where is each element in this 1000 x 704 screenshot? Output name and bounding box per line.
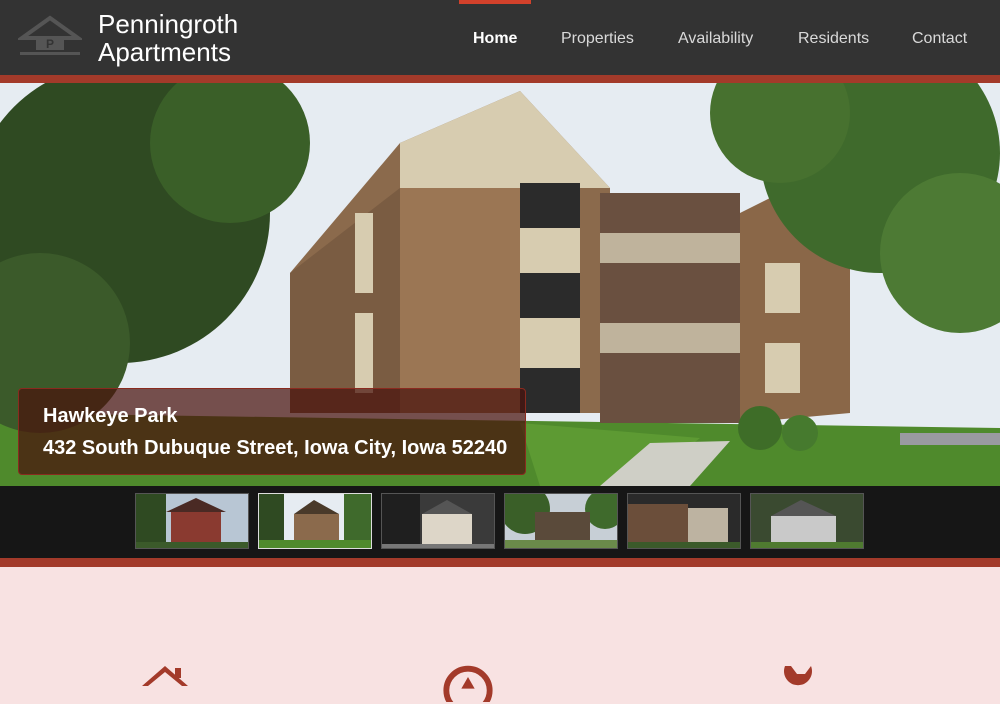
hero-title: Hawkeye Park	[43, 405, 178, 427]
nav-active-indicator	[459, 0, 531, 4]
thumbnail-victorian-house[interactable]	[135, 493, 249, 549]
thumbnail-strip	[0, 486, 1000, 558]
logo-icon[interactable]: P	[18, 14, 82, 58]
thumbnail-townhouse[interactable]	[381, 493, 495, 549]
thumbnail-hawkeye-park[interactable]	[258, 493, 372, 549]
site-header: P Penningroth Apartments Home Properties…	[0, 0, 1000, 75]
nav-availability[interactable]: Availability	[678, 30, 753, 48]
nav-home[interactable]: Home	[473, 30, 517, 48]
header-accent-stripe	[0, 75, 1000, 83]
gauge-icon	[443, 665, 493, 702]
section-accent-stripe	[0, 558, 1000, 567]
wrench-icon	[784, 666, 812, 686]
thumbnail-brick-duplex[interactable]	[627, 493, 741, 549]
thumbnail-deck-house[interactable]	[504, 493, 618, 549]
nav-residents[interactable]: Residents	[798, 30, 869, 48]
hero-image[interactable]: Hawkeye Park 432 South Dubuque Street, I…	[0, 83, 1000, 486]
brand-subtitle[interactable]: Apartments	[98, 37, 231, 67]
brand-name[interactable]: Penningroth	[98, 9, 238, 39]
hero-address: 432 South Dubuque Street, Iowa City, Iow…	[43, 437, 508, 459]
nav-properties[interactable]: Properties	[561, 30, 634, 48]
nav-contact[interactable]: Contact	[912, 30, 967, 48]
home-icon	[142, 666, 188, 686]
hero-caption: Hawkeye Park 432 South Dubuque Street, I…	[18, 388, 526, 475]
thumbnail-cottage[interactable]	[750, 493, 864, 549]
logo-letter: P	[46, 37, 54, 51]
